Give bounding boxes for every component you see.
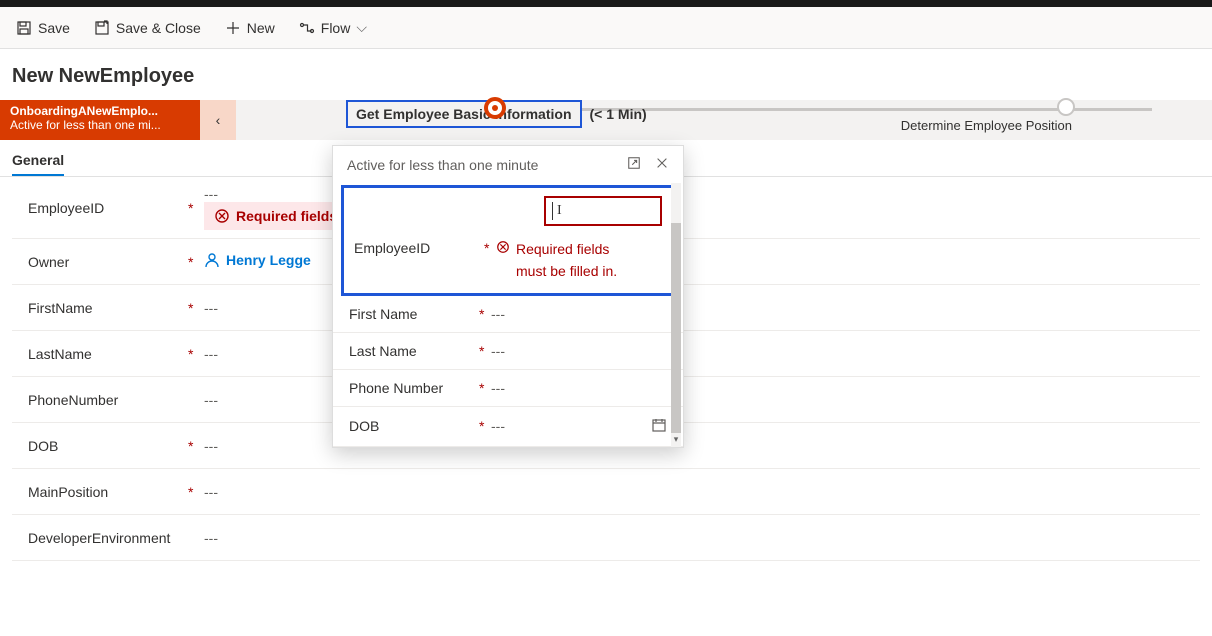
required-asterisk: * [188, 200, 204, 216]
flyout-error-employee-id: Required fields must be filled in. [496, 238, 626, 283]
required-asterisk: * [479, 418, 491, 434]
scrollbar-down-button[interactable]: ▾ [671, 433, 681, 447]
label-first-name: FirstName [28, 300, 188, 316]
label-dob: DOB [28, 438, 188, 454]
field-main-position: MainPosition * --- [12, 469, 1200, 515]
tab-general[interactable]: General [12, 146, 64, 176]
flyout-title: Active for less than one minute [347, 157, 538, 173]
required-asterisk: * [188, 300, 204, 316]
label-main-position: MainPosition [28, 484, 188, 500]
flyout-input-last-name[interactable]: --- [491, 343, 667, 359]
new-button[interactable]: New [225, 20, 275, 36]
plus-icon [225, 20, 241, 36]
ibeam-icon: I [557, 203, 562, 219]
required-asterisk: * [484, 238, 496, 256]
flyout-input-dob[interactable]: --- [491, 418, 651, 434]
bpf-stage2-dot-icon [1057, 98, 1075, 116]
flyout-body: I EmployeeID * Required fields must be f… [333, 183, 683, 447]
bpf-track: Get Employee Basic Information (< 1 Min)… [236, 100, 1212, 140]
flyout-label-dob: DOB [349, 418, 479, 434]
flyout-scrollbar[interactable]: ▾ [671, 183, 681, 447]
text-cursor-icon [552, 202, 553, 220]
calendar-button[interactable] [651, 417, 667, 436]
flyout-input-phone[interactable]: --- [491, 380, 667, 396]
save-label: Save [38, 20, 70, 36]
save-close-icon [94, 20, 110, 36]
flyout-highlight-group: I EmployeeID * Required fields must be f… [341, 185, 675, 296]
bpf-collapse-button[interactable]: ‹ [200, 100, 236, 140]
business-process-flow: OnboardingANewEmplo... Active for less t… [0, 100, 1212, 140]
person-icon [204, 252, 220, 268]
required-asterisk: * [188, 346, 204, 362]
required-asterisk: * [188, 254, 204, 270]
flow-label: Flow [321, 20, 351, 36]
flyout-label-last-name: Last Name [349, 343, 479, 359]
popout-button[interactable] [627, 156, 641, 173]
save-close-button[interactable]: Save & Close [94, 20, 201, 36]
flow-icon [299, 20, 315, 36]
bpf-active-dot-icon [484, 97, 506, 119]
chevron-left-icon: ‹ [216, 112, 221, 128]
label-last-name: LastName [28, 346, 188, 362]
bpf-stage2-label: Determine Employee Position [901, 118, 1072, 133]
bpf-stage-onboarding[interactable]: OnboardingANewEmplo... Active for less t… [0, 100, 200, 140]
input-main-position[interactable]: --- [204, 484, 1184, 500]
popout-icon [627, 156, 641, 170]
scrollbar-thumb[interactable] [671, 223, 681, 443]
label-phone: PhoneNumber [28, 392, 188, 408]
bpf-stage1-duration: (< 1 Min) [590, 106, 647, 122]
required-asterisk: * [188, 438, 204, 454]
save-icon [16, 20, 32, 36]
calendar-icon [651, 417, 667, 433]
error-employee-id: Required fields [204, 202, 347, 230]
flyout-field-first-name: First Name * --- [333, 296, 683, 333]
bpf-stage-determine-position[interactable]: Determine Employee Position [981, 98, 1152, 133]
field-dev-env: DeveloperEnvironment --- [12, 515, 1200, 561]
flyout-label-first-name: First Name [349, 306, 479, 322]
command-bar: Save Save & Close New Flow ⌵ [0, 7, 1212, 49]
label-employee-id: EmployeeID [28, 200, 188, 216]
page-title: New NewEmployee [0, 49, 1212, 100]
chevron-down-icon: ⌵ [356, 19, 367, 36]
label-dev-env: DeveloperEnvironment [28, 530, 188, 546]
close-button[interactable] [655, 156, 669, 173]
bpf-stage0-title: OnboardingANewEmplo... [10, 104, 190, 118]
flyout-field-phone: Phone Number * --- [333, 370, 683, 407]
save-button[interactable]: Save [16, 20, 70, 36]
bpf-stage-flyout: Active for less than one minute I Employ… [332, 145, 684, 448]
bpf-stage1-label: Get Employee Basic Information [346, 100, 582, 128]
flow-button[interactable]: Flow ⌵ [299, 19, 367, 36]
required-asterisk: * [479, 343, 491, 359]
save-close-label: Save & Close [116, 20, 201, 36]
window-topbar [0, 0, 1212, 7]
required-asterisk: * [188, 484, 204, 500]
error-icon [214, 208, 230, 224]
flyout-input-employee-id[interactable]: I [544, 196, 662, 226]
new-label: New [247, 20, 275, 36]
flyout-field-last-name: Last Name * --- [333, 333, 683, 370]
flyout-error-text: Required fields must be filled in. [516, 238, 626, 283]
required-asterisk: * [479, 380, 491, 396]
label-owner: Owner [28, 254, 188, 270]
input-dev-env[interactable]: --- [204, 530, 1184, 546]
close-icon [655, 156, 669, 170]
value-owner: Henry Legge [226, 252, 311, 268]
bpf-stage0-subtitle: Active for less than one mi... [10, 118, 190, 132]
flyout-input-first-name[interactable]: --- [491, 306, 667, 322]
flyout-field-dob: DOB * --- [333, 407, 683, 447]
flyout-label-phone: Phone Number [349, 380, 479, 396]
required-asterisk: * [479, 306, 491, 322]
flyout-label-employee-id: EmployeeID [354, 238, 484, 256]
error-icon [496, 240, 510, 254]
flyout-header: Active for less than one minute [333, 146, 683, 183]
error-text: Required fields [236, 208, 337, 224]
